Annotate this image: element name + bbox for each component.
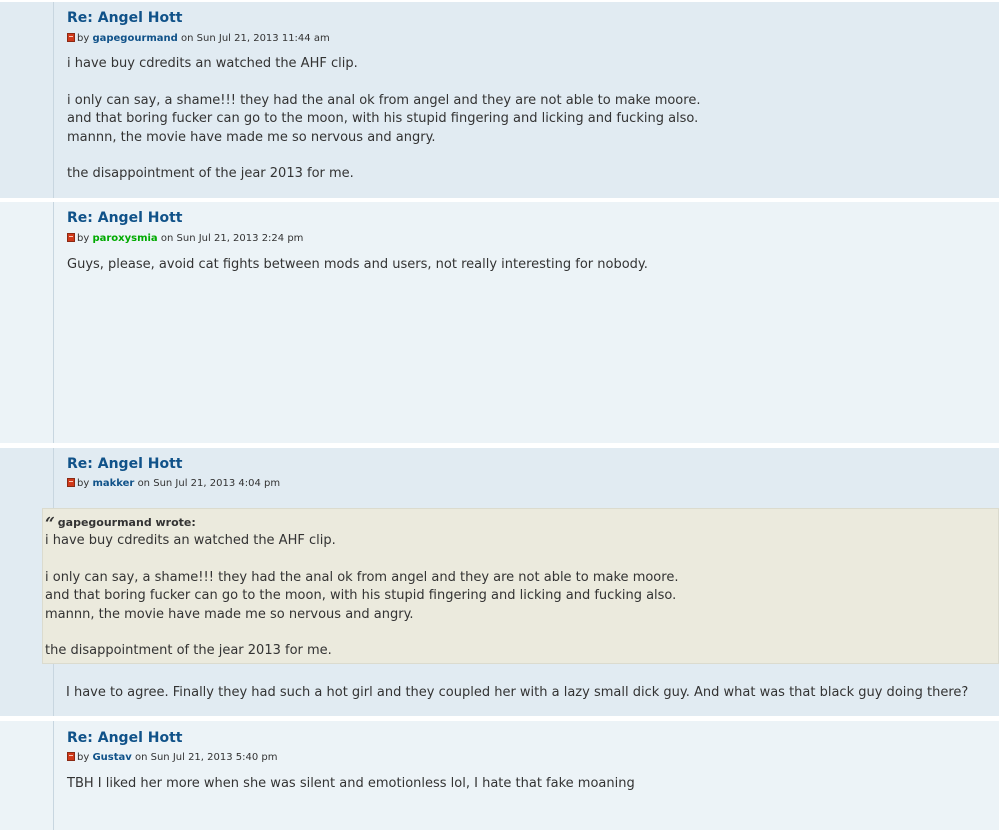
- post-content: Guys, please, avoid cat fights between m…: [67, 256, 648, 274]
- content-line: the disappointment of the jear 2013 for …: [67, 166, 354, 182]
- author-link[interactable]: gapegourmand: [92, 33, 177, 44]
- post-title-link[interactable]: Re: Angel Hott: [67, 210, 182, 226]
- post-2: Re: Angel Hott by paroxysmia on Sun Jul …: [0, 202, 999, 443]
- by-label: by: [77, 478, 90, 489]
- post-icon[interactable]: [67, 752, 75, 761]
- post-date: Sun Jul 21, 2013 5:40 pm: [150, 752, 278, 763]
- content-line: and that boring fucker can go to the moo…: [67, 111, 699, 127]
- content-line: I have to agree. Finally they had such a…: [66, 685, 969, 700]
- content-line: Guys, please, avoid cat fights between m…: [67, 257, 648, 272]
- on-label: on: [181, 33, 194, 44]
- content-line: mannn, the movie have made me so nervous…: [67, 129, 436, 145]
- by-label: by: [77, 233, 90, 244]
- author-link[interactable]: Gustav: [92, 752, 131, 763]
- quote-cite: “gapegourmand wrote:: [45, 514, 998, 534]
- quote-line: the disappointment of the jear 2013 for …: [45, 643, 332, 659]
- post-body: Re: Angel Hott by Gustav on Sun Jul 21, …: [53, 721, 999, 830]
- post-date: Sun Jul 21, 2013 2:24 pm: [176, 233, 304, 244]
- author-link[interactable]: makker: [92, 478, 134, 489]
- on-label: on: [160, 233, 174, 244]
- post-body: Re: Angel Hott by paroxysmia on Sun Jul …: [53, 202, 999, 443]
- post-author-line: by Gustav on Sun Jul 21, 2013 5:40 pm: [67, 752, 278, 763]
- post-title-link[interactable]: Re: Angel Hott: [67, 730, 182, 746]
- by-label: by: [77, 33, 90, 44]
- post-content: i have buy cdredits an watched the AHF c…: [67, 55, 700, 184]
- content-line: i have buy cdredits an watched the AHF c…: [67, 56, 358, 71]
- post-3: Re: Angel Hott by makker on Sun Jul 21, …: [0, 448, 999, 716]
- quote-block: “gapegourmand wrote: i have buy cdredits…: [42, 508, 999, 664]
- post-title-link[interactable]: Re: Angel Hott: [67, 10, 182, 26]
- post-date: Sun Jul 21, 2013 4:04 pm: [153, 478, 281, 489]
- post-content: TBH I liked her more when she was silent…: [67, 775, 635, 793]
- quote-line: mannn, the movie have made me so nervous…: [45, 606, 414, 622]
- post-title-link[interactable]: Re: Angel Hott: [67, 456, 182, 472]
- quote-line: and that boring fucker can go to the moo…: [45, 588, 677, 604]
- content-line: TBH I liked her more when she was silent…: [67, 776, 635, 791]
- post-1: Re: Angel Hott by gapegourmand on Sun Ju…: [0, 2, 999, 198]
- post-icon[interactable]: [67, 478, 75, 487]
- quote-cite-text: gapegourmand wrote:: [57, 516, 196, 529]
- post-author-line: by gapegourmand on Sun Jul 21, 2013 11:4…: [67, 33, 330, 44]
- quote-line: i have buy cdredits an watched the AHF c…: [45, 533, 336, 548]
- by-label: by: [77, 752, 90, 763]
- post-author-line: by paroxysmia on Sun Jul 21, 2013 2:24 p…: [67, 233, 303, 244]
- quote-mark-icon: “: [45, 514, 55, 534]
- post-icon[interactable]: [67, 33, 75, 42]
- on-label: on: [137, 478, 151, 489]
- post-date: Sun Jul 21, 2013 11:44 am: [196, 33, 330, 44]
- post-content: I have to agree. Finally they had such a…: [66, 684, 968, 702]
- post-body: Re: Angel Hott by gapegourmand on Sun Ju…: [53, 2, 999, 198]
- quote-line: i only can say, a shame!!! they had the …: [45, 569, 679, 585]
- post-author-line: by makker on Sun Jul 21, 2013 4:04 pm: [67, 478, 280, 489]
- on-label: on: [134, 752, 148, 763]
- post-icon[interactable]: [67, 233, 75, 242]
- content-line: i only can say, a shame!!! they had the …: [67, 92, 701, 108]
- author-link[interactable]: paroxysmia: [92, 233, 157, 244]
- post-4: Re: Angel Hott by Gustav on Sun Jul 21, …: [0, 721, 999, 830]
